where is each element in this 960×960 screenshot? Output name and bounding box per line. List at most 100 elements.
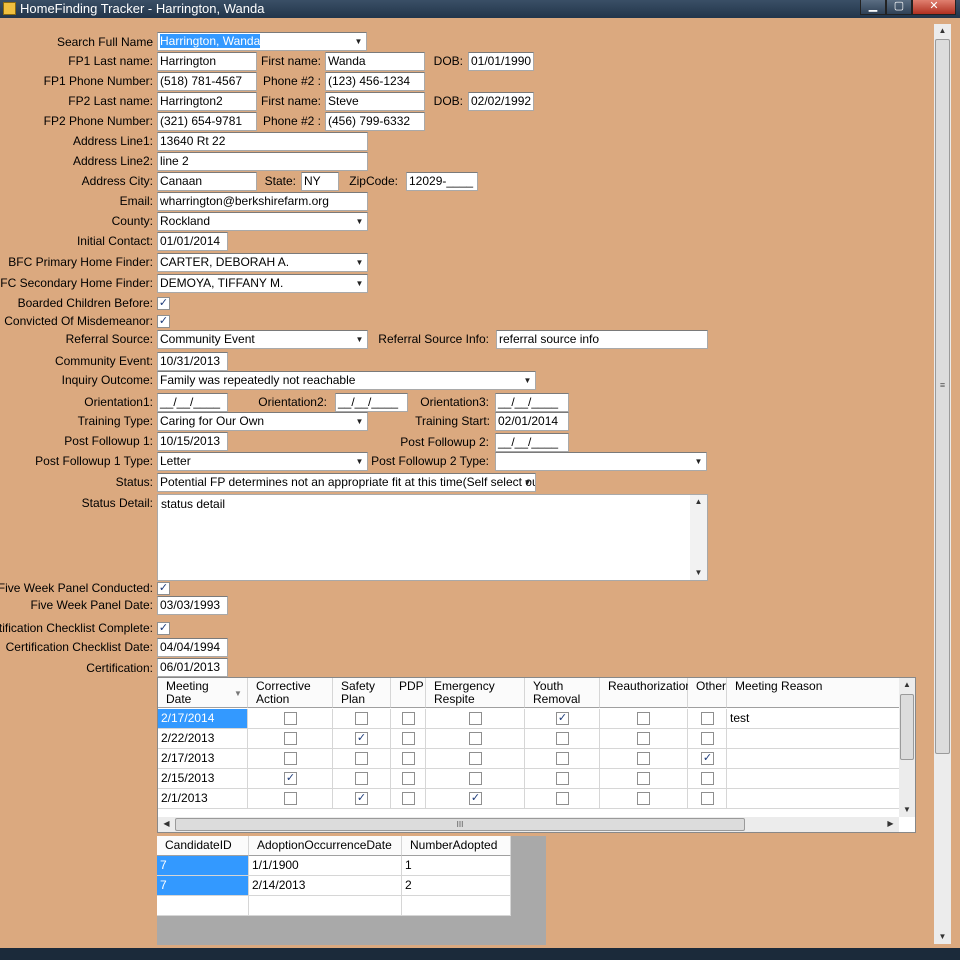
meeting-checkbox[interactable] [284, 712, 297, 725]
chevron-down-icon[interactable]: ▼ [520, 474, 535, 491]
column-header[interactable]: NumberAdopted [402, 836, 511, 856]
fp1-first-name-field[interactable]: Wanda [325, 52, 425, 71]
meeting-checkbox[interactable] [556, 792, 569, 805]
adoption-cell[interactable] [157, 896, 249, 916]
meeting-date-cell[interactable]: 2/17/2014 [158, 709, 248, 729]
meeting-checkbox[interactable] [556, 732, 569, 745]
adoption-cell[interactable]: 7 [157, 876, 249, 896]
column-header[interactable]: Other [688, 678, 727, 708]
fp1-phone2-field[interactable]: (123) 456-1234 [325, 72, 425, 91]
fp2-phone2-field[interactable]: (456) 799-6332 [325, 112, 425, 131]
column-header[interactable]: Meeting Reason [727, 678, 905, 708]
fp2-last-name-field[interactable]: Harrington2 [157, 92, 257, 111]
meetings-grid[interactable]: Meeting Date ▼ Corrective Action Safety Plan PD… [157, 677, 916, 833]
adoption-cell[interactable]: 1/1/1900 [249, 856, 402, 876]
scroll-thumb[interactable] [900, 694, 914, 760]
meeting-checkbox[interactable]: ✓ [355, 732, 368, 745]
chevron-down-icon[interactable]: ▼ [352, 331, 367, 348]
meeting-checkbox[interactable] [701, 772, 714, 785]
meeting-checkbox[interactable] [355, 772, 368, 785]
orientation3-field[interactable]: __/__/____ [495, 393, 569, 412]
minimize-button[interactable]: ▁ [860, 0, 886, 15]
scroll-up-icon[interactable]: ▲ [690, 495, 707, 509]
fp2-first-name-field[interactable]: Steve [325, 92, 425, 111]
grid-vertical-scrollbar[interactable]: ▲ ▼ [899, 678, 915, 817]
chevron-down-icon[interactable]: ▼ [352, 413, 367, 430]
address-city-field[interactable]: Canaan [157, 172, 257, 191]
meeting-checkbox[interactable] [469, 772, 482, 785]
column-header[interactable]: Youth Removal [525, 678, 600, 708]
meeting-date-cell[interactable]: 2/17/2013 [158, 749, 248, 769]
meeting-checkbox[interactable] [637, 732, 650, 745]
close-button[interactable]: ✕ [912, 0, 956, 15]
meeting-date-cell[interactable]: 2/15/2013 [158, 769, 248, 789]
chevron-down-icon[interactable]: ▼ [691, 453, 706, 470]
scroll-up-icon[interactable]: ▲ [934, 24, 951, 38]
meeting-checkbox[interactable]: ✓ [556, 712, 569, 725]
meeting-reason-cell[interactable] [727, 729, 905, 749]
meeting-checkbox[interactable] [284, 732, 297, 745]
meeting-checkbox[interactable] [469, 752, 482, 765]
zipcode-field[interactable]: 12029-____ [406, 172, 478, 191]
scroll-down-icon[interactable]: ▼ [690, 566, 707, 580]
meeting-checkbox[interactable] [402, 792, 415, 805]
state-field[interactable]: NY [301, 172, 339, 191]
meeting-checkbox[interactable] [637, 772, 650, 785]
search-full-name-dropdown[interactable]: Harrington, Wanda ▼ [157, 32, 367, 51]
scroll-thumb[interactable]: III [175, 818, 745, 831]
column-header[interactable]: CandidateID [157, 836, 249, 856]
meeting-checkbox[interactable] [556, 772, 569, 785]
adoption-cell[interactable]: 1 [402, 856, 511, 876]
meeting-reason-cell[interactable]: test [727, 709, 905, 729]
meeting-checkbox[interactable] [469, 712, 482, 725]
convicted-misdemeanor-checkbox[interactable]: ✓ [157, 315, 170, 328]
fp2-phone-field[interactable]: (321) 654-9781 [157, 112, 257, 131]
community-event-field[interactable]: 10/31/2013 [157, 352, 228, 371]
chevron-down-icon[interactable]: ▼ [352, 453, 367, 470]
certification-field[interactable]: 06/01/2013 [157, 658, 228, 677]
column-header[interactable]: PDP [391, 678, 426, 708]
scroll-thumb[interactable]: ≡ [935, 39, 950, 754]
adoption-cell[interactable]: 2/14/2013 [249, 876, 402, 896]
scroll-down-icon[interactable]: ▼ [934, 930, 951, 944]
meeting-checkbox[interactable] [284, 752, 297, 765]
column-header[interactable]: Meeting Date ▼ [158, 678, 248, 708]
meeting-checkbox[interactable] [637, 712, 650, 725]
status-detail-scrollbar[interactable]: ▲ ▼ [690, 495, 707, 580]
adoption-cell[interactable]: 2 [402, 876, 511, 896]
post-followup1-type-dropdown[interactable]: Letter ▼ [157, 452, 368, 471]
meeting-checkbox[interactable] [402, 712, 415, 725]
meeting-checkbox[interactable] [469, 732, 482, 745]
meeting-checkbox[interactable] [402, 752, 415, 765]
boarded-children-before-checkbox[interactable]: ✓ [157, 297, 170, 310]
maximize-button[interactable]: ▢ [886, 0, 912, 15]
chevron-down-icon[interactable]: ▼ [352, 275, 367, 292]
meeting-checkbox[interactable] [701, 792, 714, 805]
column-header[interactable]: Reauthorization [600, 678, 692, 708]
five-week-panel-date-field[interactable]: 03/03/1993 [157, 596, 228, 615]
meeting-date-cell[interactable]: 2/1/2013 [158, 789, 248, 809]
meeting-checkbox[interactable] [637, 752, 650, 765]
fp1-dob-field[interactable]: 01/01/1990 [468, 52, 534, 71]
meeting-checkbox[interactable] [701, 732, 714, 745]
meeting-reason-cell[interactable] [727, 769, 905, 789]
meeting-checkbox[interactable] [402, 772, 415, 785]
scroll-up-icon[interactable]: ▲ [899, 678, 915, 692]
column-header[interactable]: Corrective Action [248, 678, 333, 708]
chevron-down-icon[interactable]: ▼ [520, 372, 535, 389]
meeting-checkbox[interactable] [284, 792, 297, 805]
secondary-home-finder-dropdown[interactable]: DEMOYA, TIFFANY M. ▼ [157, 274, 368, 293]
scroll-right-icon[interactable]: ▶ [882, 817, 899, 831]
adoption-cell[interactable] [402, 896, 511, 916]
county-dropdown[interactable]: Rockland ▼ [157, 212, 368, 231]
cert-checklist-date-field[interactable]: 04/04/1994 [157, 638, 228, 657]
meeting-checkbox[interactable] [637, 792, 650, 805]
adoption-cell[interactable]: 7 [157, 856, 249, 876]
meeting-date-cell[interactable]: 2/22/2013 [158, 729, 248, 749]
email-field[interactable]: wharrington@berkshirefarm.org [157, 192, 368, 211]
grid-horizontal-scrollbar[interactable]: ◀ III ▶ [158, 817, 899, 832]
sort-desc-icon[interactable]: ▼ [234, 687, 242, 700]
meeting-checkbox[interactable] [556, 752, 569, 765]
address-line1-field[interactable]: 13640 Rt 22 [157, 132, 368, 151]
post-followup2-field[interactable]: __/__/____ [495, 433, 569, 452]
